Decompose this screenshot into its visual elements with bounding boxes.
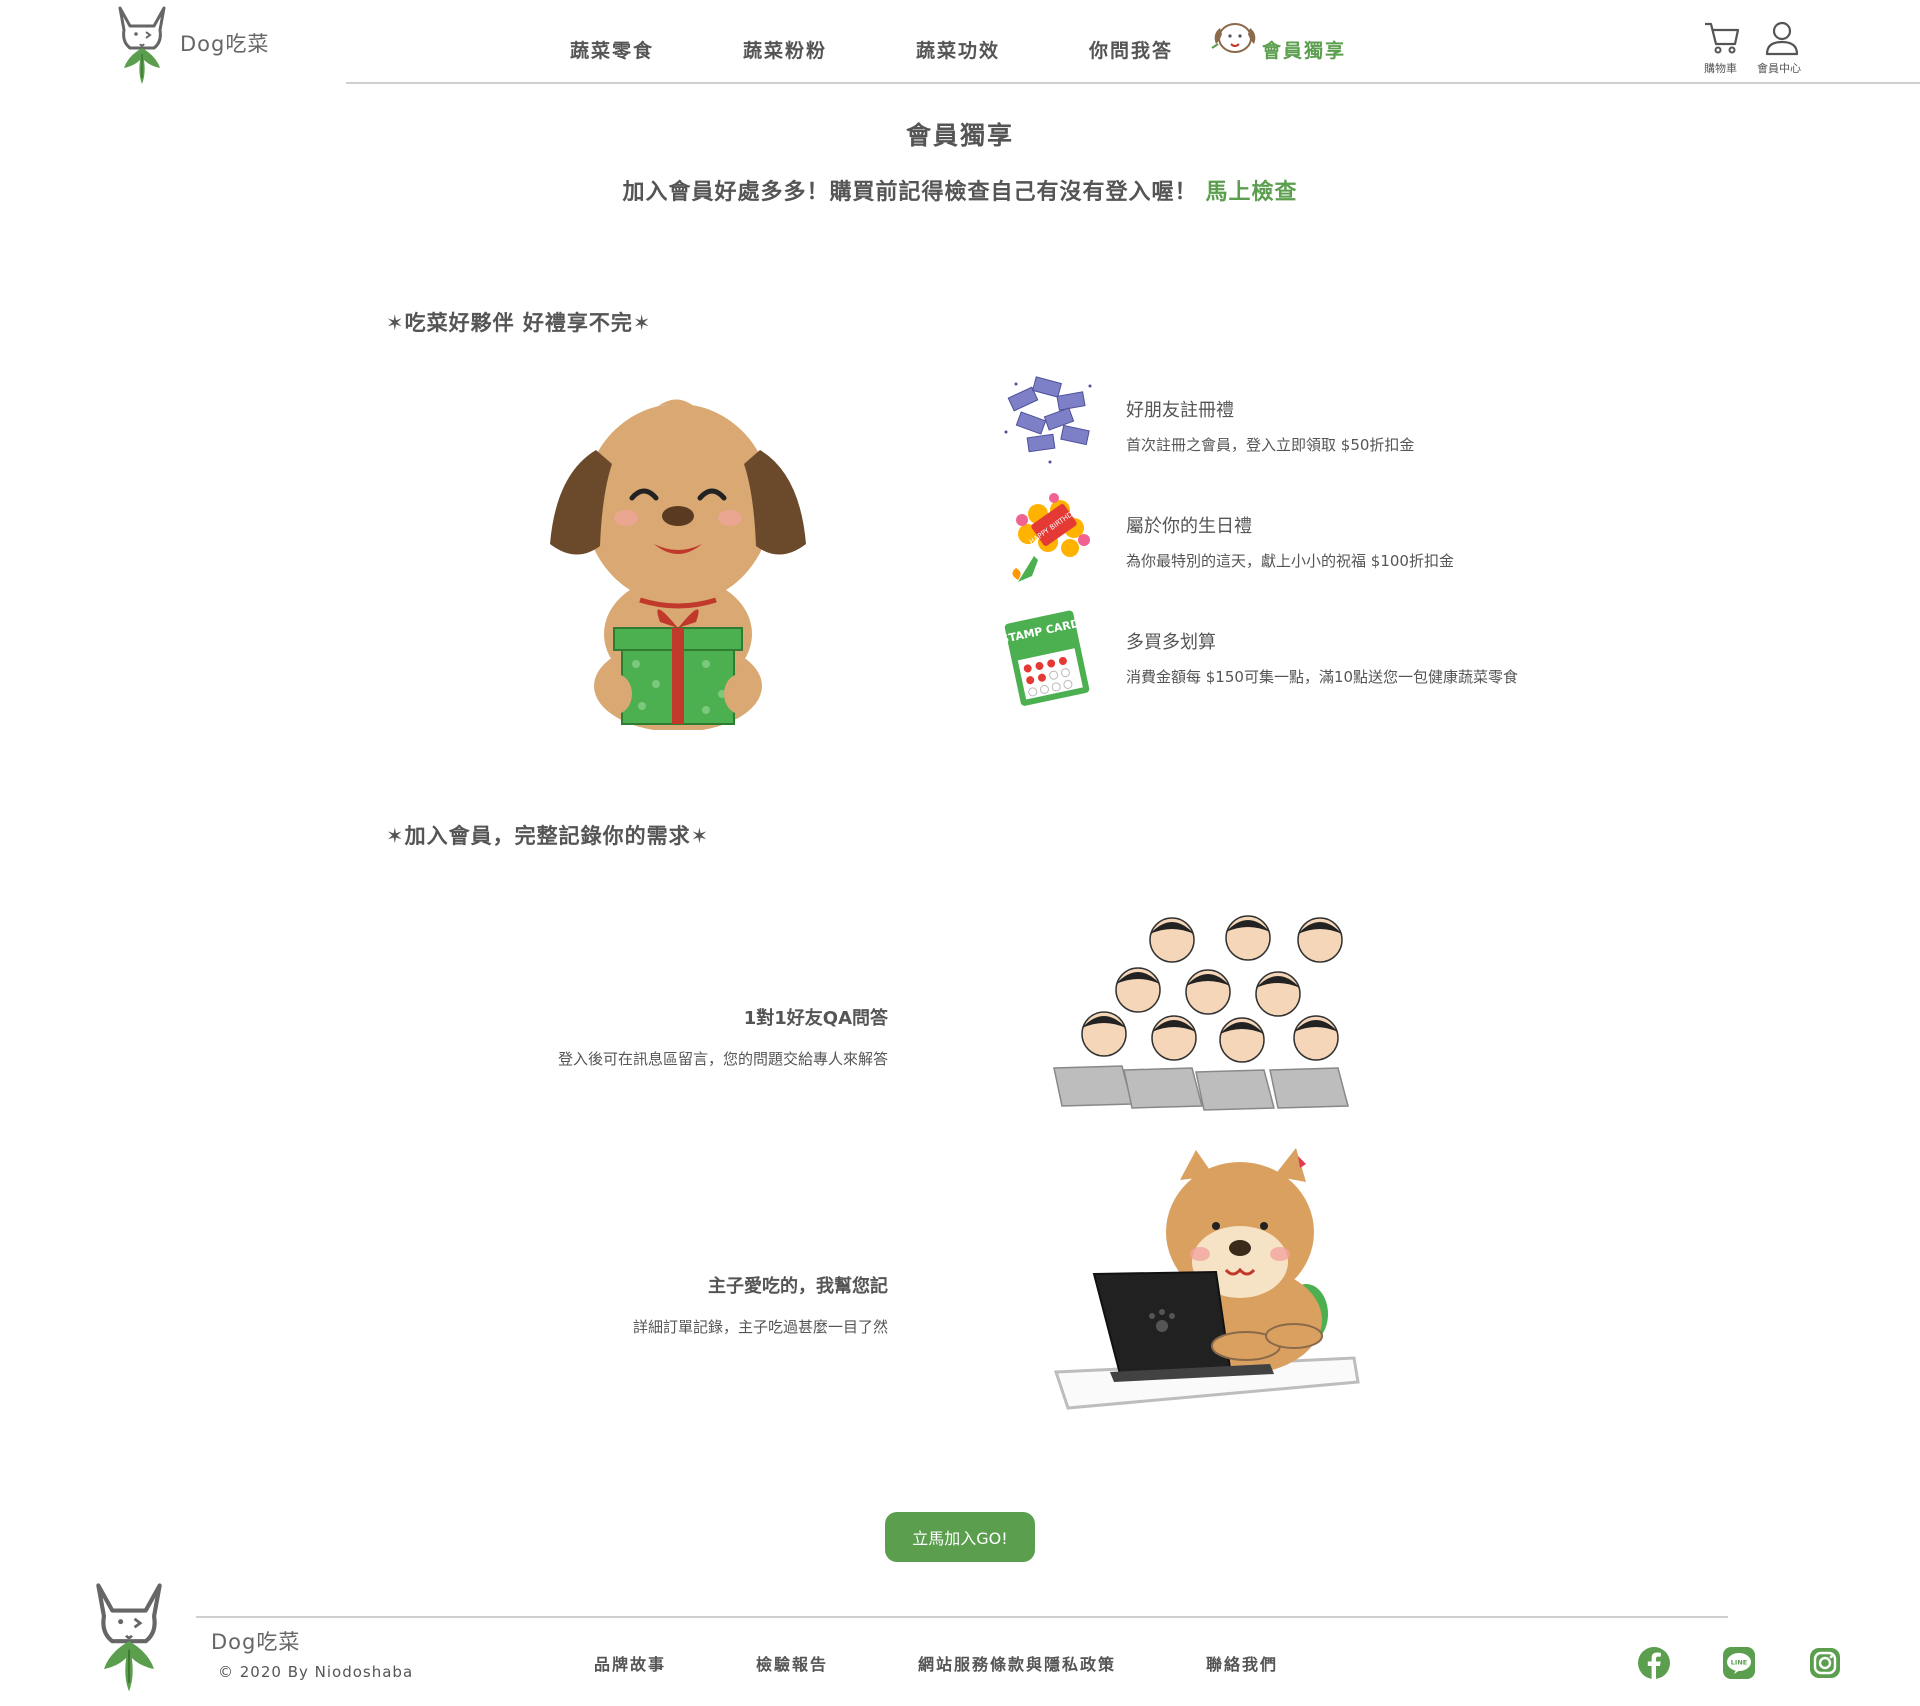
footer-divider [196,1616,1728,1618]
footer-link-brand-story[interactable]: 品牌故事 [594,1651,666,1675]
benefit-title: 好朋友註冊禮 [1126,400,1234,421]
benefit-desc: 首次註冊之會員，登入立即領取 $50折扣金 [1126,436,1415,454]
needs-heading: ✶加入會員，完整記錄你的需求✶ [386,824,710,848]
support-team-illustration [1053,915,1349,1111]
nav-item-qa[interactable]: 你問我答 [1089,36,1173,63]
instagram-icon[interactable] [1808,1646,1842,1680]
intro-text: 加入會員好處多多！購買前記得檢查自己有沒有登入喔！ 馬上檢查 [0,174,1920,206]
footer-link-test-report[interactable]: 檢驗報告 [756,1651,828,1675]
stamp-card-illustration: STAMP CARD [1002,610,1090,706]
need-desc: 登入後可在訊息區留言，您的問題交給專人來解答 [557,1050,888,1068]
intro-message: 加入會員好處多多！購買前記得檢查自己有沒有登入喔！ [622,180,1198,205]
benefits-heading: ✶吃菜好夥伴 好禮享不完✶ [386,311,652,335]
footer-brand-name: Dog吃菜 [211,1630,301,1654]
logo-icon[interactable] [114,4,170,86]
check-login-link[interactable]: 馬上檢查 [1206,180,1298,205]
member-center-label[interactable]: 會員中心 [1757,60,1801,76]
dog-face-icon [1211,23,1256,53]
birthday-bouquet-illustration: HAPPY BIRTHDAY [1012,493,1090,582]
coupon-illustration [1004,376,1092,464]
user-icon[interactable] [1762,20,1802,56]
cart-icon[interactable] [1702,20,1742,56]
benefit-title: 多買多划算 [1126,632,1216,653]
need-title: 主子愛吃的，我幫您記 [708,1276,888,1297]
page-title: 會員獨享 [905,121,1014,150]
header-divider [346,82,1920,84]
need-title: 1對1好友QA問答 [743,1008,888,1029]
benefit-title: 屬於你的生日禮 [1126,516,1252,537]
svg-text:LINE: LINE [1731,1659,1747,1667]
nav-item-veggie-benefits[interactable]: 蔬菜功效 [916,36,1000,63]
footer-link-contact[interactable]: 聯絡我們 [1206,1651,1278,1675]
join-now-button[interactable]: 立馬加入GO! [885,1512,1035,1562]
benefit-desc: 為你最特別的這天，獻上小小的祝福 $100折扣金 [1126,552,1454,570]
footer-link-terms-privacy[interactable]: 網站服務條款與隱私政策 [918,1651,1116,1675]
line-icon[interactable]: LINE [1722,1646,1756,1680]
nav-item-member-exclusive[interactable]: 會員獨享 [1262,36,1346,63]
need-desc: 詳細訂單記錄，主子吃過甚麼一目了然 [632,1318,888,1336]
facebook-icon[interactable] [1637,1646,1671,1680]
footer-logo-icon[interactable] [90,1576,168,1698]
nav-item-veggie-powder[interactable]: 蔬菜粉粉 [743,36,827,63]
brand-name[interactable]: Dog吃菜 [180,28,269,58]
nav-item-veggie-snacks[interactable]: 蔬菜零食 [570,36,654,63]
shiba-laptop-illustration [1053,1148,1360,1410]
copyright-text: © 2020 By Niodoshaba [218,1663,414,1681]
dog-gift-illustration [550,399,806,730]
benefit-desc: 消費金額每 $150可集一點，滿10點送您一包健康蔬菜零食 [1126,668,1519,686]
cart-label[interactable]: 購物車 [1704,60,1737,76]
